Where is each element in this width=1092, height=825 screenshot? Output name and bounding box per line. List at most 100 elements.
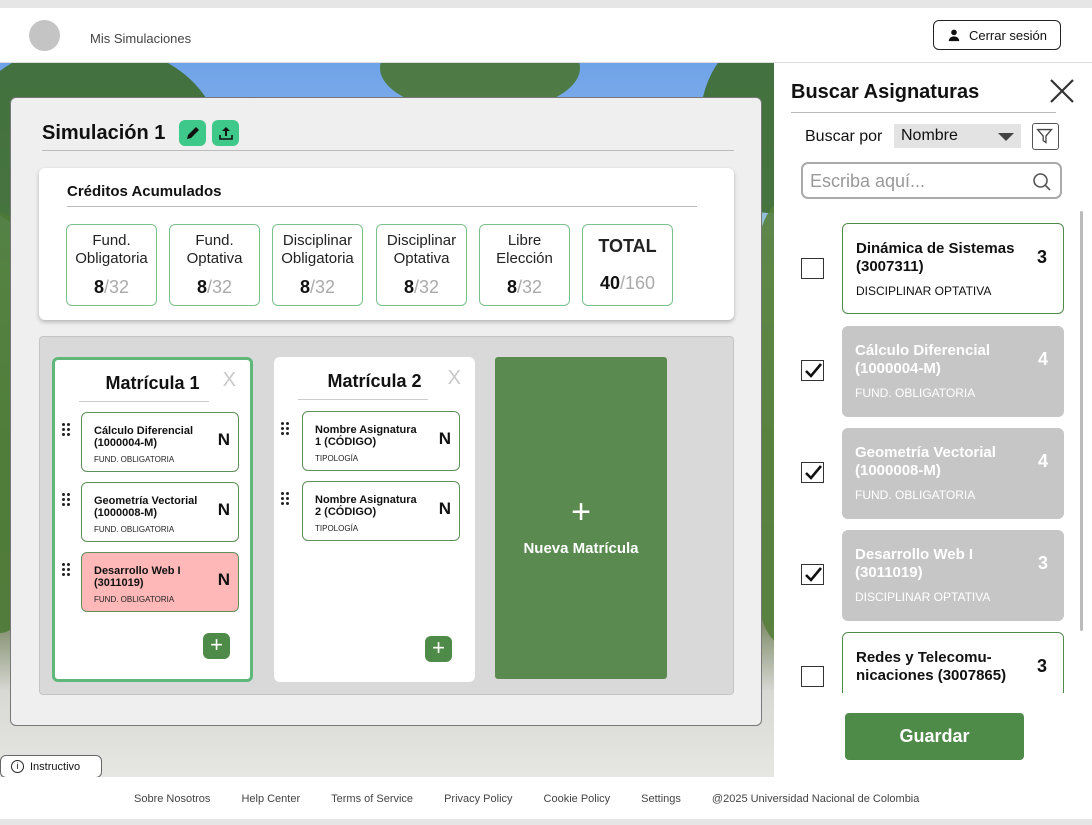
search-input[interactable]: Escriba aquí... (801, 162, 1062, 199)
top-navbar: Mis Simulaciones Cerrar sesión (0, 8, 1092, 63)
course-card[interactable]: Nombre Asignatura 2 (CÓDIGO) TIPOLOGÍA N (302, 481, 460, 541)
course-badge: N (438, 499, 451, 518)
course-badge: N (217, 570, 230, 589)
footer-link-help[interactable]: Help Center (241, 793, 300, 805)
title-divider (42, 150, 734, 151)
credit-max: /32 (206, 277, 233, 297)
credit-fund-obligatoria: Fund. Obligatoria 8/32 (66, 224, 157, 306)
search-by-value: Nombre (901, 127, 958, 144)
edit-button[interactable] (179, 120, 206, 146)
logout-label: Cerrar sesión (968, 27, 1048, 43)
result-card[interactable]: Redes y Telecomu-nicaciones (3007865) 3 (842, 632, 1064, 693)
plus-icon: + (571, 493, 591, 531)
add-course-button[interactable]: + (425, 636, 452, 662)
select-checkbox[interactable] (801, 360, 824, 381)
info-icon: i (11, 760, 24, 773)
matriculas-board: Matrícula 1 X Cálculo Diferencial (10000… (39, 336, 734, 695)
matricula-title-divider (298, 399, 428, 400)
add-course-button[interactable]: + (203, 633, 230, 659)
instructivo-button[interactable]: i Instructivo (0, 755, 102, 778)
select-checkbox[interactable] (801, 462, 824, 483)
save-button[interactable]: Guardar (845, 713, 1024, 760)
result-card-selected[interactable]: Desarrollo Web I (3011019) DISCIPLINAR O… (842, 530, 1064, 621)
course-card[interactable]: Geometría Vectorial (1000008-M) FUND. OB… (81, 482, 239, 542)
course-badge: N (217, 430, 230, 449)
result-name: Cálculo Diferencial (1000004-M) (855, 342, 991, 377)
credit-value: 8 (196, 277, 207, 297)
course-card-conflict[interactable]: Desarrollo Web I (3011019) FUND. OBLIGAT… (81, 552, 239, 612)
search-panel: Buscar Asignaturas Buscar por Nombre Esc… (774, 63, 1092, 777)
course-badge: N (438, 429, 451, 448)
credit-max: /32 (516, 277, 543, 297)
matricula-column-1[interactable]: Matrícula 1 X Cálculo Diferencial (10000… (52, 357, 253, 682)
result-credits: 3 (1037, 553, 1048, 573)
drag-handle-icon[interactable] (281, 492, 291, 508)
search-icon (1033, 173, 1051, 191)
course-type: FUND. OBLIGATORIA (94, 525, 175, 534)
footer-link-privacy[interactable]: Privacy Policy (444, 793, 512, 805)
course-name: Nombre Asignatura 1 (CÓDIGO) (315, 424, 417, 448)
panel-title: Buscar Asignaturas (791, 81, 980, 103)
credit-fund-optativa: Fund. Optativa 8/32 (169, 224, 260, 306)
credit-disciplinar-optativa: Disciplinar Optativa 8/32 (376, 224, 467, 306)
credit-label: Libre (507, 232, 542, 249)
matricula-title: Matrícula 2 (327, 371, 422, 391)
result-card[interactable]: Dinámica de Sistemas (3007311) DISCIPLIN… (842, 223, 1064, 314)
logout-button[interactable]: Cerrar sesión (933, 20, 1061, 50)
avatar[interactable] (29, 20, 60, 51)
select-checkbox[interactable] (801, 564, 824, 585)
result-name: Geometría Vectorial (1000008-M) (855, 444, 996, 479)
credit-label: Fund. (195, 232, 234, 249)
footer-link-cookies[interactable]: Cookie Policy (544, 793, 611, 805)
footer-link-settings[interactable]: Settings (641, 793, 681, 805)
result-card-selected[interactable]: Geometría Vectorial (1000008-M) FUND. OB… (842, 428, 1064, 519)
credit-total-max: /160 (619, 273, 656, 293)
credit-value: 8 (299, 277, 310, 297)
course-card[interactable]: Nombre Asignatura 1 (CÓDIGO) TIPOLOGÍA N (302, 411, 460, 471)
credit-total-label: TOTAL (598, 236, 657, 256)
credit-libre-eleccion: Libre Elección 8/32 (479, 224, 570, 306)
drag-handle-icon[interactable] (62, 423, 72, 439)
checkmark-icon (805, 567, 822, 582)
checkmark-icon (805, 363, 822, 378)
result-card-selected[interactable]: Cálculo Diferencial (1000004-M) FUND. OB… (842, 326, 1064, 417)
course-card[interactable]: Cálculo Diferencial (1000004-M) FUND. OB… (81, 412, 239, 472)
search-by-select[interactable]: Nombre (894, 124, 1021, 148)
results-scrollbar[interactable] (1080, 211, 1083, 631)
result-credits: 3 (1036, 247, 1047, 267)
footer-link-about[interactable]: Sobre Nosotros (134, 793, 210, 805)
user-icon (948, 29, 960, 42)
result-type: DISCIPLINAR OPTATIVA (855, 590, 991, 604)
course-type: FUND. OBLIGATORIA (94, 455, 175, 464)
drag-handle-icon[interactable] (281, 422, 291, 438)
close-icon[interactable] (1049, 78, 1075, 104)
credit-label: Elección (496, 250, 553, 267)
close-matricula-button[interactable]: X (448, 367, 461, 390)
footer-link-terms[interactable]: Terms of Service (331, 793, 413, 805)
nav-link-mis-simulaciones[interactable]: Mis Simulaciones (90, 31, 191, 46)
footer-links: Sobre Nosotros Help Center Terms of Serv… (134, 793, 919, 805)
drag-handle-icon[interactable] (62, 563, 72, 579)
credit-label: Optativa (186, 250, 243, 267)
checkmark-icon (805, 465, 822, 480)
result-credits: 4 (1037, 451, 1048, 471)
footer-copyright: @2025 Universidad Nacional de Colombia (711, 793, 920, 805)
export-button[interactable] (212, 120, 239, 146)
credit-max: /32 (309, 277, 336, 297)
credit-label: Disciplinar (386, 232, 457, 249)
new-matricula-button[interactable]: + Nueva Matrícula (495, 357, 667, 679)
close-matricula-button[interactable]: X (223, 369, 236, 392)
top-strip (0, 0, 1092, 8)
course-badge: N (217, 500, 230, 519)
matricula-column-2[interactable]: Matrícula 2 X Nombre Asignatura 1 (CÓDIG… (274, 357, 475, 682)
matricula-title-divider (79, 401, 209, 402)
credit-value: 8 (506, 277, 517, 297)
result-type: FUND. OBLIGATORIA (855, 386, 976, 400)
filter-button[interactable] (1032, 123, 1059, 150)
course-name: Nombre Asignatura 2 (CÓDIGO) (315, 494, 417, 518)
select-checkbox[interactable] (801, 258, 824, 279)
course-type: TIPOLOGÍA (315, 524, 359, 533)
drag-handle-icon[interactable] (62, 493, 72, 509)
select-checkbox[interactable] (801, 666, 824, 687)
filter-icon (1036, 128, 1053, 144)
